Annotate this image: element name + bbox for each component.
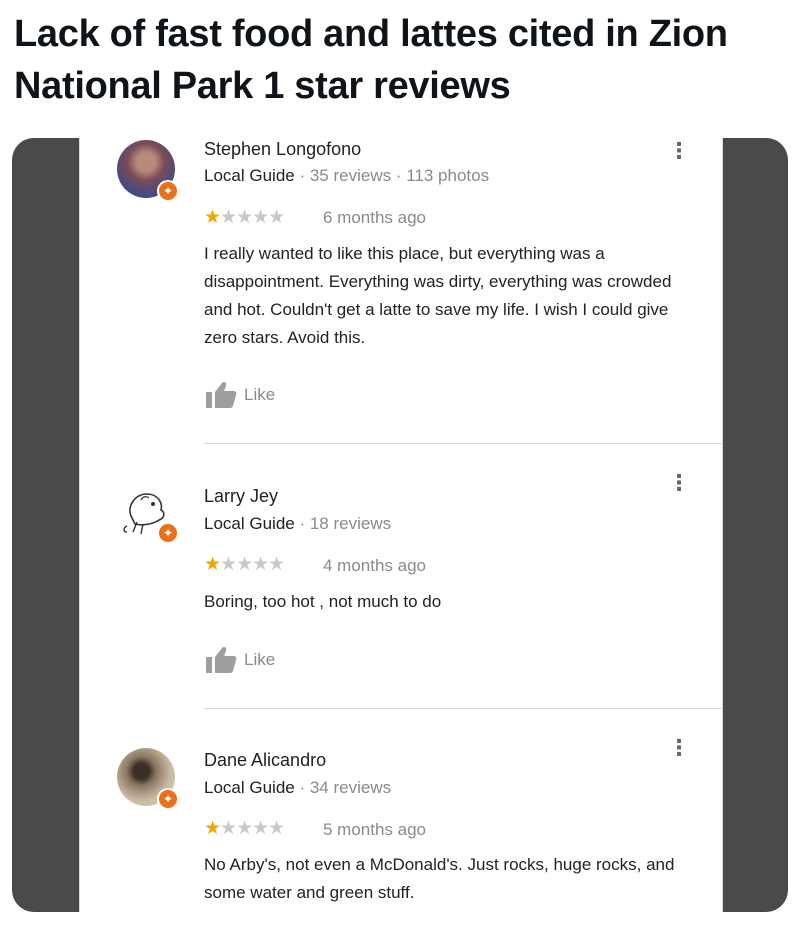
local-guide-label: Local Guide: [204, 514, 295, 533]
divider: [204, 443, 722, 444]
post-title: Lack of fast food and lattes cited in Zi…: [14, 13, 728, 107]
star-rating: ★★★★★: [204, 817, 285, 840]
reviewer-meta: Local Guide · 34 reviews: [204, 778, 391, 798]
reviewer-name[interactable]: Larry Jey: [204, 486, 278, 507]
like-label: Like: [244, 650, 276, 669]
screenshot-frame: ✦ Stephen Longofono Local Guide · 35 rev…: [12, 138, 788, 912]
star-empty-icon: ★★★★: [220, 554, 285, 575]
more-options-button[interactable]: ⋮: [668, 472, 690, 494]
star-rating: ★★★★★: [204, 553, 285, 576]
like-label: Like: [244, 385, 276, 404]
reviewer-stats: · 18 reviews: [294, 514, 392, 533]
reviewer-meta: Local Guide · 35 reviews · 113 photos: [204, 166, 489, 186]
like-button[interactable]: Like: [204, 380, 275, 410]
star-filled-icon: ★: [204, 207, 221, 228]
reviews-list: ✦ Stephen Longofono Local Guide · 35 rev…: [79, 138, 723, 912]
reviewer-name[interactable]: Dane Alicandro: [204, 750, 326, 771]
review-text: Boring, too hot , not much to do: [204, 592, 442, 611]
thumbs-up-icon: [206, 382, 237, 408]
local-guide-label: Local Guide: [204, 778, 295, 797]
review-time: 6 months ago: [323, 208, 427, 227]
star-empty-icon: ★★★★: [220, 818, 285, 839]
local-guide-badge-icon: ✦: [157, 522, 179, 544]
local-guide-badge-icon: ✦: [157, 180, 179, 202]
local-guide-label: Local Guide: [204, 166, 295, 185]
avatar[interactable]: ✦: [117, 140, 179, 202]
avatar[interactable]: ✦: [117, 748, 179, 810]
reviewer-meta: Local Guide · 18 reviews: [204, 514, 391, 534]
thumbs-up-icon: [206, 647, 237, 673]
more-options-button[interactable]: ⋮: [668, 737, 690, 759]
reviewer-name[interactable]: Stephen Longofono: [204, 139, 361, 160]
star-rating: ★★★★★: [204, 206, 285, 229]
like-button[interactable]: Like: [204, 645, 275, 675]
review-text: No Arby's, not even a McDonald's. Just r…: [204, 855, 675, 902]
review-time: 4 months ago: [323, 556, 427, 575]
avatar[interactable]: ✦: [117, 482, 179, 544]
reviewer-stats: · 34 reviews: [294, 778, 392, 797]
star-empty-icon: ★★★★: [220, 207, 285, 228]
divider: [204, 708, 722, 709]
review-text: I really wanted to like this place, but …: [204, 244, 672, 347]
star-filled-icon: ★: [204, 554, 221, 575]
review-time: 5 months ago: [323, 820, 427, 839]
local-guide-badge-icon: ✦: [157, 788, 179, 810]
star-filled-icon: ★: [204, 818, 221, 839]
reviewer-stats: · 35 reviews · 113 photos: [294, 166, 490, 185]
more-options-button[interactable]: ⋮: [668, 140, 690, 162]
